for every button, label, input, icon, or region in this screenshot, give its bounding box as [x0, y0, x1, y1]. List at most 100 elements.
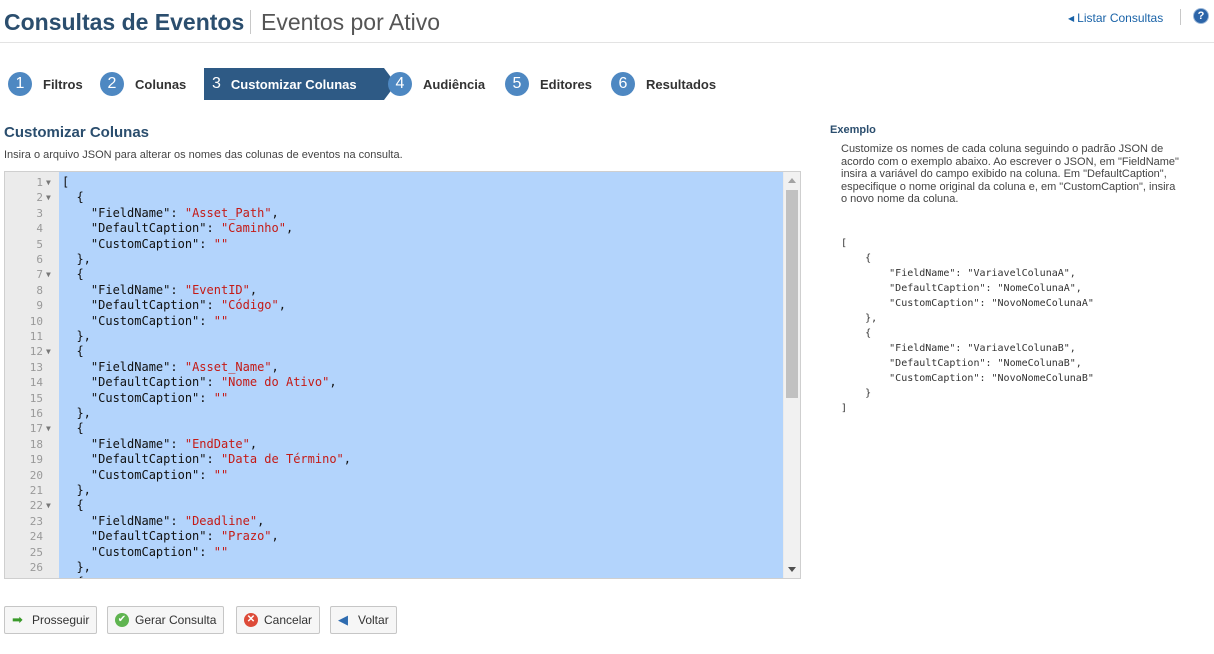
generate-query-button[interactable]: ✔ Gerar Consulta	[107, 606, 225, 634]
fold-toggle-icon[interactable]: ▼	[46, 421, 51, 436]
code-line: 27▼ {	[5, 575, 785, 578]
step-number: 3	[212, 75, 221, 92]
line-number: 8	[36, 283, 43, 297]
code-text: "DefaultCaption": "Data de Término",	[62, 452, 351, 467]
json-key: "FieldName"	[90, 359, 171, 374]
step-filtros[interactable]: 1 Filtros	[8, 68, 83, 100]
json-key: "FieldName"	[90, 436, 171, 451]
line-number: 9	[36, 299, 43, 313]
page-subtitle: Eventos por Ativo	[261, 9, 440, 35]
step-editores[interactable]: 5 Editores	[505, 68, 592, 100]
list-queries-link[interactable]: ◀ Listar Consultas	[1068, 11, 1163, 25]
code-line: 14 "DefaultCaption": "Nome do Ativo",	[5, 375, 785, 390]
line-number: 3	[36, 206, 43, 220]
code-line: 24 "DefaultCaption": "Prazo",	[5, 529, 785, 544]
code-line: 10 "CustomCaption": ""	[5, 314, 785, 329]
code-text: "DefaultCaption": "Caminho",	[62, 221, 293, 236]
back-button[interactable]: ◀ Voltar	[330, 606, 397, 634]
code-line: 2 ▼ {	[5, 190, 785, 205]
code-line: 13 "FieldName": "Asset_Name",	[5, 360, 785, 375]
json-key: "DefaultCaption"	[90, 452, 207, 467]
json-punct: ,	[257, 513, 265, 528]
code-line: 25 "CustomCaption": ""	[5, 545, 785, 560]
json-editor[interactable]: 1 ▼[2 ▼ {3 "FieldName": "Asset_Path", 4 "De…	[4, 171, 801, 579]
step-colunas[interactable]: 2 Colunas	[100, 68, 186, 100]
json-value: "Prazo"	[220, 529, 272, 544]
step-number: 2	[100, 72, 124, 96]
scroll-thumb[interactable]	[786, 190, 798, 398]
code-text: "FieldName": "EventID",	[62, 283, 257, 298]
code-line: 4 "DefaultCaption": "Caminho",	[5, 221, 785, 236]
line-number: 27	[5, 575, 43, 578]
line-number: 13	[29, 360, 43, 374]
json-punct: ,	[249, 436, 258, 451]
step-resultados[interactable]: 6 Resultados	[611, 68, 716, 100]
json-key: "CustomCaption"	[90, 390, 200, 405]
json-value: "EndDate"	[184, 436, 250, 451]
fold-toggle-icon[interactable]: ▼	[46, 498, 51, 513]
proceed-button[interactable]: ➡ Prosseguir	[4, 606, 98, 634]
scroll-up-icon[interactable]	[788, 178, 796, 183]
json-punct: ,	[271, 205, 279, 220]
fold-toggle-icon[interactable]: ▼	[46, 190, 51, 205]
code-text: {	[62, 190, 84, 205]
json-value: "EventID"	[184, 282, 250, 297]
step-label: Audiência	[423, 76, 486, 92]
json-colon: :	[170, 359, 185, 374]
code-line: 26 },	[5, 560, 785, 575]
fold-toggle-icon[interactable]: ▼	[46, 344, 51, 359]
code-text: {	[62, 421, 84, 436]
fold-toggle-icon[interactable]: ▼	[46, 575, 51, 578]
page-title: Consultas de Eventos	[4, 9, 245, 35]
json-colon: :	[199, 467, 214, 482]
code-text: [	[62, 175, 70, 189]
section-description: Insira o arquivo JSON para alterar os no…	[4, 149, 403, 161]
code-line: 9 "DefaultCaption": "Código",	[5, 298, 785, 313]
step-label: Resultados	[646, 76, 717, 92]
json-value: "Asset_Path"	[184, 205, 272, 220]
arrow-right-icon: ➡	[12, 612, 23, 627]
json-key: "CustomCaption"	[90, 236, 200, 251]
json-colon: :	[206, 375, 221, 390]
line-number: 22	[29, 499, 43, 513]
code-text: },	[62, 483, 91, 497]
title-divider	[250, 10, 251, 34]
code-text: "FieldName": "Deadline",	[62, 514, 264, 529]
json-value: "Data de Término"	[220, 452, 344, 467]
json-key: "FieldName"	[90, 513, 171, 528]
line-number: 24	[29, 530, 43, 544]
line-number: 25	[29, 545, 43, 559]
step-audiencia[interactable]: 4 Audiência	[388, 68, 485, 100]
page-header: Consultas de Eventos Eventos por Ativo ◀…	[0, 0, 1214, 43]
fold-toggle-icon[interactable]: ▼	[46, 267, 51, 282]
scroll-down-icon[interactable]	[788, 567, 796, 572]
code-text: "CustomCaption": ""	[62, 314, 228, 329]
line-number: 18	[29, 437, 43, 451]
code-line: 20 "CustomCaption": ""	[5, 468, 785, 483]
generate-query-label: Gerar Consulta	[135, 613, 217, 627]
json-key: "DefaultCaption"	[90, 375, 207, 390]
code-line: 22 ▼ {	[5, 498, 785, 513]
json-punct: ,	[249, 282, 258, 297]
json-colon: :	[170, 282, 185, 297]
editor-scrollbar[interactable]	[784, 172, 800, 578]
cancel-label: Cancelar	[264, 613, 313, 627]
step-customizar-colunas[interactable]: 3 Customizar Colunas	[204, 68, 396, 100]
code-line: 8 "FieldName": "EventID",	[5, 283, 785, 298]
cancel-button[interactable]: ✕ Cancelar	[236, 606, 321, 634]
proceed-label: Prosseguir	[32, 613, 90, 627]
json-colon: :	[206, 452, 221, 467]
json-value: "Caminho"	[220, 221, 286, 236]
line-number: 11	[29, 330, 43, 343]
fold-toggle-icon[interactable]: ▼	[46, 175, 51, 190]
arrow-left-icon: ◀	[338, 612, 348, 627]
code-line: 12 ▼ {	[5, 344, 785, 359]
help-icon[interactable]: ?	[1194, 9, 1208, 23]
